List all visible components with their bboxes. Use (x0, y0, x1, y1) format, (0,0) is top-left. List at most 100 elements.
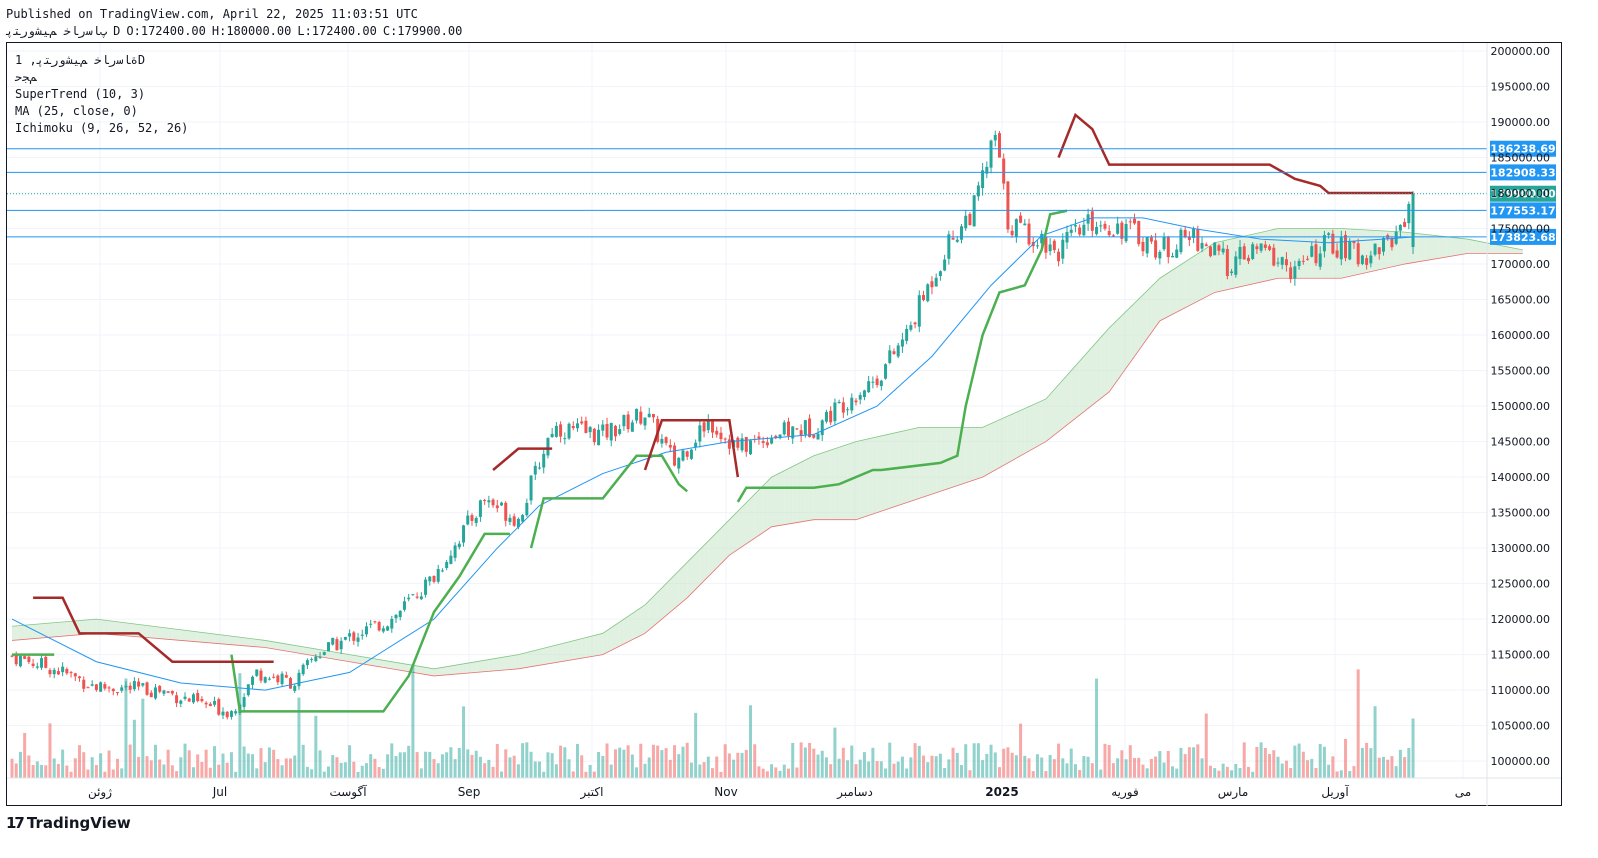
cloud-segment (961, 427, 966, 485)
tradingview-logo[interactable]: 17 TradingView (6, 814, 131, 832)
candle-body (622, 415, 626, 427)
cloud-segment (100, 619, 105, 635)
volume-bar (137, 756, 141, 778)
legend-supertrend[interactable]: SuperTrend (10, 3) (15, 87, 145, 101)
candle-body (1382, 237, 1385, 252)
candle-body (432, 575, 436, 582)
candle-body (23, 656, 27, 659)
candle-body (635, 408, 639, 421)
candle-body (44, 656, 48, 668)
cloud-segment (1067, 370, 1072, 426)
x-tick-label: اکتبر (580, 785, 604, 800)
cloud-segment (678, 566, 683, 605)
candle-body (542, 453, 546, 468)
volume-bar (660, 750, 664, 778)
volume-bar (934, 756, 938, 778)
cloud-segment (708, 536, 713, 577)
cloud-segment (982, 425, 987, 478)
candle-body (310, 659, 314, 661)
volume-bar (27, 755, 31, 778)
candle-body (213, 700, 217, 705)
volume-bar (1208, 765, 1212, 778)
candle-body (149, 692, 153, 698)
volume-bar (175, 771, 179, 778)
cloud-segment (1159, 275, 1165, 321)
volume-bar (428, 751, 432, 778)
cloud-segment (1168, 270, 1173, 317)
volume-bar (1073, 764, 1077, 778)
price-chart[interactable]: 186238.69182908.33177553.17173823.681799… (0, 0, 1598, 858)
volume-bar (99, 753, 103, 778)
candle-body (196, 692, 200, 702)
volume-bar (900, 756, 904, 778)
candle-body (1099, 225, 1103, 227)
candle-body (1196, 229, 1200, 251)
cloud-segment (758, 485, 764, 536)
candle-body (1356, 243, 1360, 265)
cloud-segment (581, 637, 586, 659)
cloud-segment (463, 663, 468, 674)
candle-body (508, 517, 512, 523)
candle-body (854, 400, 858, 403)
volume-bar (529, 751, 533, 778)
volume-bar (1377, 757, 1381, 778)
candle-body (795, 428, 799, 430)
cloud-segment (919, 427, 924, 499)
cloud-segment (1109, 323, 1114, 392)
cloud-segment (1029, 404, 1034, 452)
volume-bar (816, 754, 820, 778)
candle-body (234, 711, 238, 714)
y-tick-label: 120000.00 (1491, 613, 1551, 626)
volume-bar (394, 756, 398, 778)
x-axis: ژوئن Jul آگوست Sep اکتبر Nov دسامبر 2025 فوریه ما… (7, 777, 1561, 800)
cloud-segment (1142, 290, 1148, 345)
x-tick-label: Jul (212, 785, 227, 799)
volume-bar (1065, 763, 1069, 778)
candle-body (1272, 247, 1276, 266)
volume-bar (1242, 742, 1246, 778)
candle-body (457, 543, 461, 548)
candle-body (664, 437, 668, 444)
volume-bar (40, 764, 44, 778)
legend-ma[interactable]: MA (25, close, 0) (15, 104, 138, 118)
volume-bar (495, 744, 499, 778)
candle-body (888, 350, 892, 363)
cloud-segment (1434, 235, 1439, 260)
volume-bar (415, 752, 419, 778)
volume-bar (715, 756, 719, 778)
volume-bar (10, 758, 14, 778)
cloud-segment (1104, 327, 1110, 396)
volume-bar (352, 761, 356, 778)
cloud-segment (1079, 356, 1084, 416)
cloud-segment (1071, 365, 1076, 422)
cloud-segment (569, 640, 574, 661)
volume-bar (588, 764, 592, 778)
cloud-segment (1176, 264, 1181, 313)
legend-ichimoku[interactable]: Ichimoku (9, 26, 52, 26) (15, 121, 188, 135)
candle-body (495, 505, 499, 509)
candle-body (597, 429, 601, 446)
cloud-segment (573, 639, 578, 660)
candle-body (618, 429, 622, 434)
candle-body (1225, 248, 1229, 276)
cloud-segment (96, 619, 101, 634)
candle-body (31, 663, 35, 666)
candle-body (145, 682, 149, 695)
cloud-segment (1451, 237, 1456, 257)
volume-bar (1411, 718, 1415, 778)
cloud-segment (1045, 394, 1051, 442)
cloud-segment (1366, 229, 1371, 273)
cloud-segment (45, 623, 50, 638)
volume-bar (1171, 766, 1174, 778)
candle-body (1133, 218, 1137, 224)
cloud-segment (518, 653, 523, 669)
cloud-segment (277, 642, 283, 651)
volume-bar (550, 753, 554, 778)
cloud-segment (1096, 337, 1101, 402)
cloud-segment (1054, 384, 1059, 435)
candle-body (698, 425, 702, 442)
candle-body (681, 450, 685, 461)
volume-bar (778, 770, 782, 778)
candle-body (909, 325, 913, 330)
volume-bar (1365, 742, 1369, 778)
